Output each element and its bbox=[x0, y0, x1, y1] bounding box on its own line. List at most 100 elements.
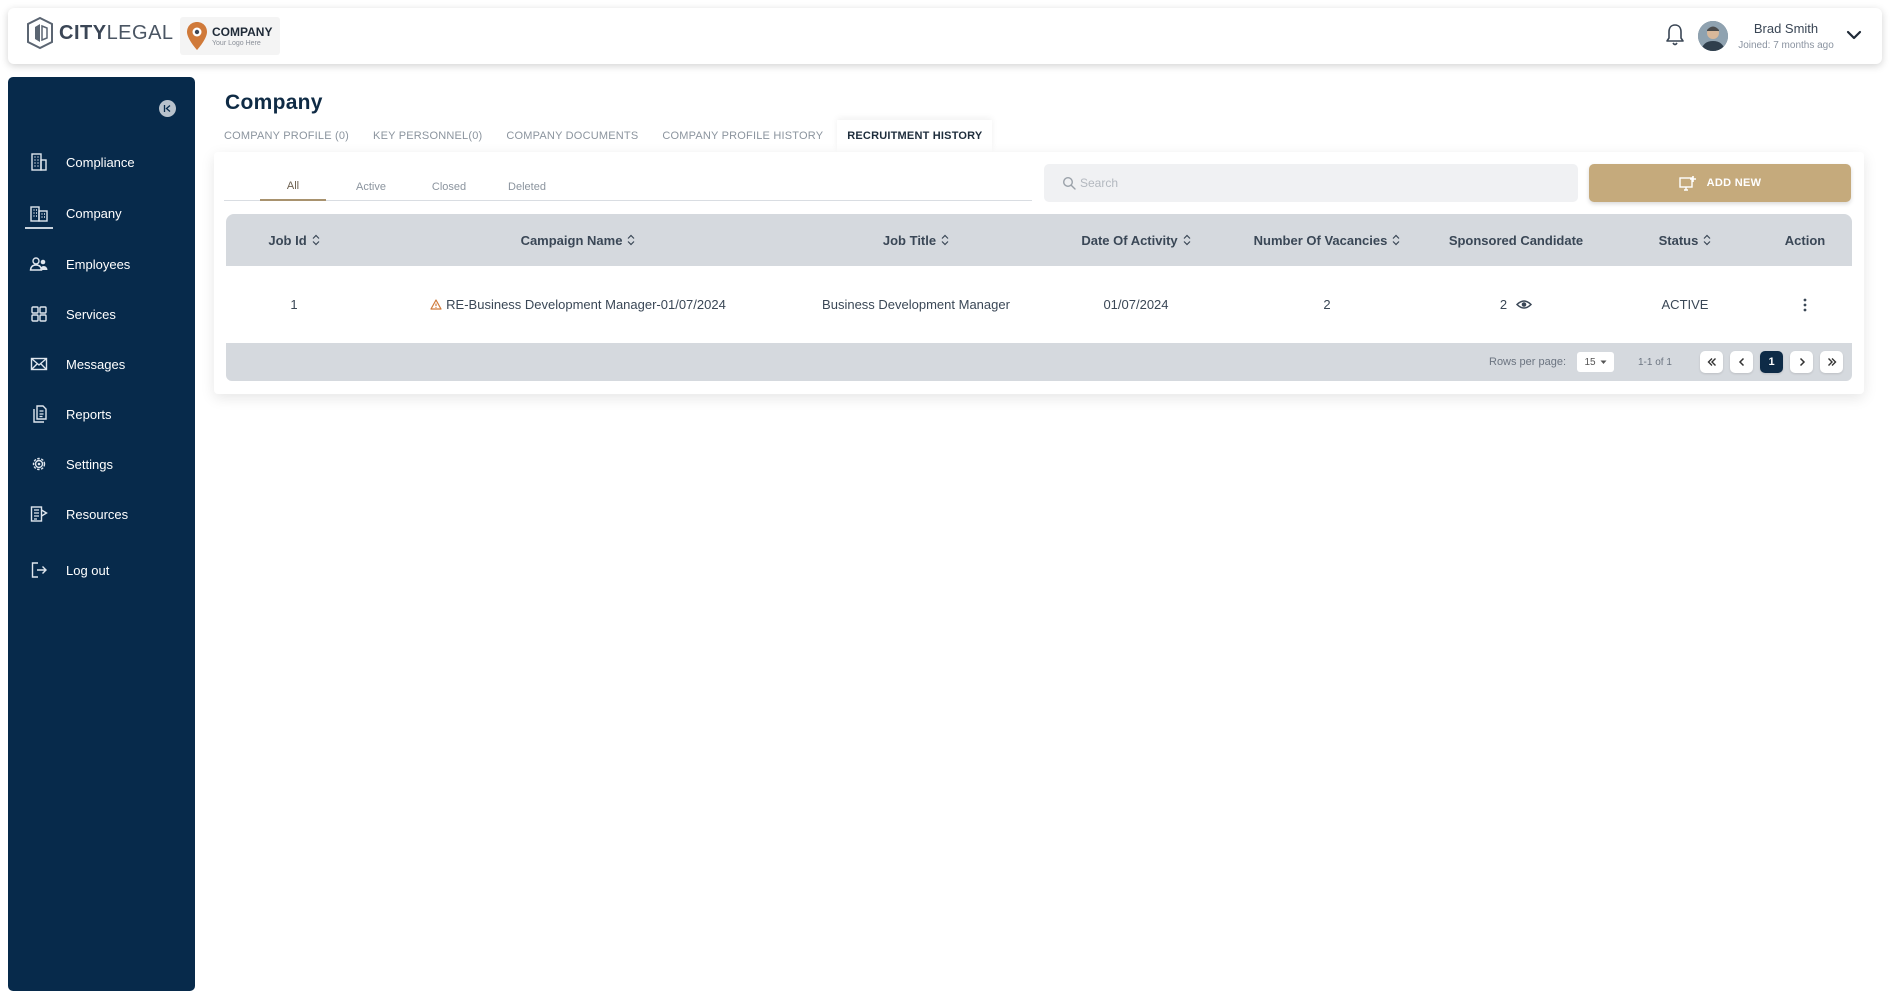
top-header: CITYLEGAL COMPANY Your Logo Here Brad Sm… bbox=[8, 8, 1882, 64]
column-header-action: Action bbox=[1758, 214, 1852, 266]
sidebar-item-logout[interactable]: Log out bbox=[8, 552, 195, 588]
last-page-button[interactable] bbox=[1820, 351, 1843, 373]
brand-light: LEGAL bbox=[106, 21, 174, 44]
previous-page-button[interactable] bbox=[1730, 351, 1753, 373]
search-icon bbox=[1062, 176, 1076, 190]
chevron-left-icon bbox=[1738, 357, 1744, 367]
tab-company-documents[interactable]: COMPANY DOCUMENTS bbox=[496, 120, 648, 152]
chevrons-left-icon bbox=[1707, 358, 1716, 366]
column-label: Number Of Vacancies bbox=[1253, 232, 1388, 248]
company-tabs: COMPANY PROFILE (0) KEY PERSONNEL(0) COM… bbox=[214, 120, 993, 152]
column-header-status[interactable]: Status bbox=[1612, 214, 1758, 266]
search-box bbox=[1044, 164, 1578, 202]
status-filter-tabs: All Active Closed Deleted bbox=[224, 172, 1032, 201]
sort-icon bbox=[628, 234, 635, 246]
tab-company-profile[interactable]: COMPANY PROFILE (0) bbox=[214, 120, 359, 152]
sponsored-candidate-count: 2 bbox=[1499, 297, 1508, 312]
documents-icon bbox=[28, 403, 50, 425]
sort-icon bbox=[1392, 234, 1400, 246]
recruitment-history-card: All Active Closed Deleted ADD NEW Job Id… bbox=[214, 152, 1864, 394]
pagination-range: 1-1 of 1 bbox=[1638, 356, 1672, 368]
brand-bold: CITY bbox=[59, 21, 107, 44]
column-header-campaign-name[interactable]: Campaign Name bbox=[362, 214, 794, 266]
chevron-down-icon[interactable] bbox=[1846, 28, 1862, 42]
table-row[interactable]: 1 RE-Business Development Manager-01/07/… bbox=[226, 266, 1852, 343]
rows-per-page-label: Rows per page: bbox=[1489, 356, 1567, 368]
sidebar-item-label: Company bbox=[66, 205, 122, 221]
search-input[interactable] bbox=[1080, 176, 1560, 190]
column-label: Status bbox=[1658, 232, 1699, 248]
tab-company-profile-history[interactable]: COMPANY PROFILE HISTORY bbox=[652, 120, 833, 152]
sidebar-item-label: Messages bbox=[66, 356, 126, 372]
first-page-button[interactable] bbox=[1700, 351, 1723, 373]
sidebar-item-messages[interactable]: Messages bbox=[8, 346, 195, 382]
cell-job-id: 1 bbox=[290, 297, 298, 312]
eye-icon[interactable] bbox=[1516, 299, 1533, 310]
filter-closed[interactable]: Closed bbox=[416, 172, 482, 201]
sidebar-item-label: Reports bbox=[66, 406, 112, 422]
sidebar-item-employees[interactable]: Employees bbox=[8, 246, 195, 282]
sidebar-item-label: Compliance bbox=[66, 154, 135, 170]
column-label: Job Title bbox=[882, 232, 937, 248]
grid-icon bbox=[28, 303, 50, 325]
sidebar-item-services[interactable]: Services bbox=[8, 296, 195, 332]
add-screen-icon bbox=[1678, 176, 1696, 191]
more-vertical-icon[interactable] bbox=[1803, 298, 1807, 312]
map-pin-icon bbox=[187, 22, 207, 50]
tab-recruitment-history[interactable]: RECRUITMENT HISTORY bbox=[837, 120, 993, 152]
building-icon bbox=[28, 151, 50, 173]
cell-status: ACTIVE bbox=[1661, 297, 1709, 312]
next-page-button[interactable] bbox=[1790, 351, 1813, 373]
logout-icon bbox=[28, 559, 50, 581]
cell-action bbox=[1758, 266, 1852, 343]
rows-per-page-select[interactable]: 15 bbox=[1577, 352, 1614, 372]
city-icon bbox=[25, 202, 53, 229]
sidebar-item-label: Settings bbox=[66, 456, 113, 472]
user-avatar[interactable] bbox=[1698, 21, 1728, 51]
column-header-number-of-vacancies[interactable]: Number Of Vacancies bbox=[1234, 214, 1420, 266]
citylegal-logo[interactable]: CITYLEGAL bbox=[25, 16, 174, 50]
users-icon bbox=[28, 253, 50, 275]
sidebar-item-resources[interactable]: Resources bbox=[8, 496, 195, 532]
sidebar-item-compliance[interactable]: Compliance bbox=[8, 144, 195, 180]
sidebar: Compliance Company Employees Services Me… bbox=[8, 77, 195, 991]
sidebar-item-reports[interactable]: Reports bbox=[8, 396, 195, 432]
resources-icon bbox=[28, 503, 50, 525]
column-label: Date Of Activity bbox=[1081, 232, 1178, 248]
sort-icon bbox=[1183, 234, 1191, 246]
user-name[interactable]: Brad Smith bbox=[1734, 21, 1838, 36]
collapse-left-icon bbox=[163, 105, 171, 112]
cell-date-of-activity: 01/07/2024 bbox=[1103, 297, 1169, 312]
column-header-job-id[interactable]: Job Id bbox=[226, 214, 362, 266]
avatar-image bbox=[1698, 21, 1728, 51]
table-pagination: Rows per page: 15 1-1 of 1 1 bbox=[226, 343, 1852, 381]
notification-bell-icon[interactable] bbox=[1664, 22, 1686, 48]
tab-key-personnel[interactable]: KEY PERSONNEL(0) bbox=[363, 120, 492, 152]
filter-active[interactable]: Active bbox=[338, 172, 404, 201]
column-header-date-of-activity[interactable]: Date Of Activity bbox=[1038, 214, 1234, 266]
chevrons-right-icon bbox=[1827, 358, 1836, 366]
user-joined: Joined: 7 months ago bbox=[1738, 40, 1834, 51]
table-header: Job Id Campaign Name Job Title Date Of A… bbox=[226, 214, 1852, 266]
recruitment-table: Job Id Campaign Name Job Title Date Of A… bbox=[226, 214, 1852, 381]
sort-icon bbox=[312, 234, 320, 246]
cell-job-title: Business Development Manager bbox=[822, 297, 1010, 312]
sidebar-item-label: Resources bbox=[66, 506, 129, 522]
sidebar-collapse-button[interactable] bbox=[159, 100, 176, 117]
caret-down-icon bbox=[1600, 360, 1607, 364]
sidebar-item-company[interactable]: Company bbox=[8, 195, 195, 231]
column-header-job-title[interactable]: Job Title bbox=[794, 214, 1038, 266]
add-new-label: ADD NEW bbox=[1706, 177, 1762, 189]
cell-sponsored-candidate: 2 bbox=[1420, 266, 1612, 343]
citylegal-logo-icon bbox=[27, 16, 53, 50]
page-button-current[interactable]: 1 bbox=[1760, 351, 1783, 373]
cell-campaign-name[interactable]: RE-Business Development Manager-01/07/20… bbox=[362, 266, 794, 343]
sidebar-item-label: Log out bbox=[66, 562, 110, 578]
filter-all[interactable]: All bbox=[260, 172, 326, 201]
sidebar-item-label: Services bbox=[66, 306, 116, 322]
filter-deleted[interactable]: Deleted bbox=[494, 172, 560, 201]
add-new-button[interactable]: ADD NEW bbox=[1589, 164, 1851, 202]
sort-icon bbox=[1703, 234, 1711, 246]
gear-icon bbox=[28, 453, 50, 475]
sidebar-item-settings[interactable]: Settings bbox=[8, 446, 195, 482]
